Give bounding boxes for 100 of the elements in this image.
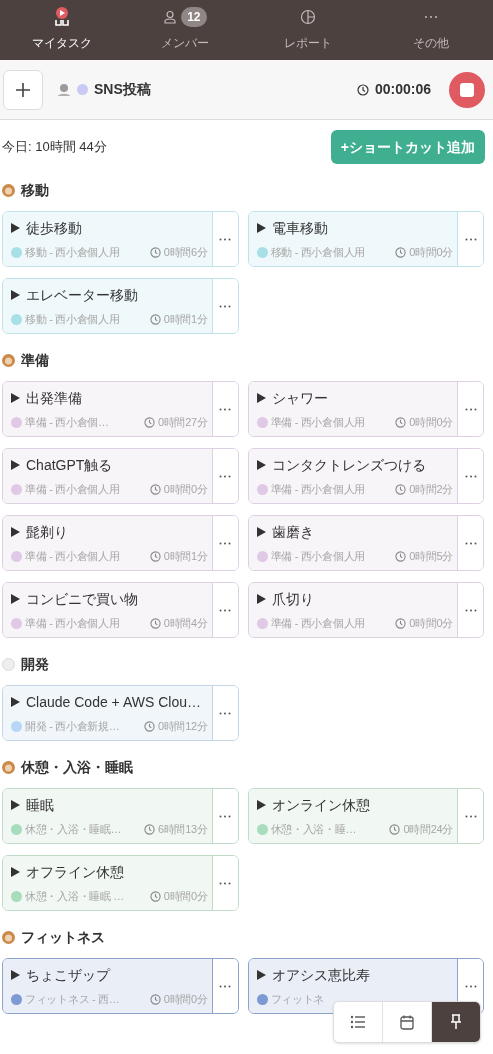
project-name: 休憩・入浴・睡眠 … xyxy=(25,888,125,904)
elapsed-time: 00:00:06 xyxy=(374,80,431,99)
play-icon xyxy=(256,393,266,404)
nav-tab[interactable]: マイタスク xyxy=(0,0,124,60)
task-title: 睡眠 xyxy=(26,795,54,815)
more-icon xyxy=(219,881,231,885)
task-title: 出発準備 xyxy=(26,388,82,408)
avatar-icon xyxy=(2,658,15,671)
calendar-icon xyxy=(400,1014,414,1030)
start-task-button[interactable]: オフライン休憩 休憩・入浴・睡眠 … 0時間0分 xyxy=(3,856,212,910)
list-icon xyxy=(350,1015,366,1029)
more-icon xyxy=(219,304,231,308)
clock-icon xyxy=(356,83,369,96)
tracked-time: 0時間1分 xyxy=(163,311,208,327)
view-option[interactable] xyxy=(431,1002,480,1042)
task-title: シャワー xyxy=(271,388,328,408)
start-task-button[interactable]: 髭剃り 準備 - 西小倉個人用 0時間1分 xyxy=(3,516,212,570)
clock-icon xyxy=(395,483,407,495)
play-icon xyxy=(11,800,20,811)
play-icon xyxy=(11,594,20,605)
play-icon xyxy=(11,223,20,234)
more-icon xyxy=(423,15,440,19)
more-icon xyxy=(464,814,477,818)
start-task-button[interactable]: コンビニで買い物 準備 - 西小倉個人用 0時間4分 xyxy=(3,583,212,637)
start-task-button[interactable]: ChatGPT触る 準備 - 西小倉個人用 0時間0分 xyxy=(3,449,212,503)
more-icon xyxy=(464,237,477,241)
view-option[interactable] xyxy=(334,1002,382,1042)
group-heading: フィットネス xyxy=(21,928,105,947)
tracked-time: 0時間6分 xyxy=(163,244,208,260)
start-task-button[interactable]: 爪切り 準備 - 西小倉個人用 0時間0分 xyxy=(248,583,457,637)
project-name: 移動 - 西小倉個人用 xyxy=(25,244,120,260)
start-task-button[interactable]: 徒歩移動 移動 - 西小倉個人用 0時間6分 xyxy=(3,212,212,266)
nav-tab[interactable]: レポート xyxy=(246,0,370,60)
avatar-icon xyxy=(57,82,71,97)
add-button[interactable] xyxy=(3,69,43,110)
play-icon xyxy=(11,697,20,708)
play-icon xyxy=(11,527,20,538)
tracked-time: 0時間5分 xyxy=(409,548,453,564)
clock-icon xyxy=(149,890,161,902)
start-task-button[interactable]: 電車移動 移動 - 西小倉個人用 0時間0分 xyxy=(248,212,457,266)
tracked-time: 0時間1分 xyxy=(163,548,208,564)
task-title: 電車移動 xyxy=(271,218,328,238)
more-icon xyxy=(219,541,231,545)
start-task-button[interactable]: Claude Code + AWS Clou… 開発 - 西小倉新規… 0時間12分 xyxy=(3,686,212,740)
view-option[interactable] xyxy=(382,1002,431,1042)
start-task-button[interactable]: シャワー 準備 - 西小倉個人用 0時間0分 xyxy=(248,382,457,436)
start-task-button[interactable]: コンタクトレンズつける 準備 - 西小倉個人用 0時間2分 xyxy=(248,449,457,503)
project-name: 準備 - 西小倉個人用 xyxy=(270,481,365,497)
today-total: 今日: 10時間 44分 xyxy=(2,138,107,157)
group-heading: 開発 xyxy=(21,655,49,674)
project-name: 開発 - 西小倉新規… xyxy=(25,718,120,734)
group-heading: 休憩・入浴・睡眠 xyxy=(21,758,133,777)
nav-tab[interactable]: その他 xyxy=(369,0,493,60)
project-name: 準備 - 西小倉個人用 xyxy=(25,548,120,564)
play-icon xyxy=(256,800,266,811)
tracked-time: 0時間0分 xyxy=(409,414,453,430)
stop-icon xyxy=(460,82,474,97)
start-task-button[interactable]: エレベーター移動 移動 - 西小倉個人用 0時間1分 xyxy=(3,279,212,333)
more-icon xyxy=(464,474,477,478)
tracked-time: 6時間13分 xyxy=(157,821,208,837)
task-title: コンタクトレンズつける xyxy=(271,455,426,475)
avatar-icon xyxy=(2,354,15,367)
stop-button[interactable] xyxy=(449,71,485,108)
more-icon xyxy=(219,608,231,612)
start-task-button[interactable]: 睡眠 休憩・入浴・睡眠… 6時間13分 xyxy=(3,789,212,843)
project-name: 準備 - 西小倉個人用 xyxy=(25,481,120,497)
clock-icon xyxy=(395,246,407,258)
more-icon xyxy=(219,814,231,818)
project-name: 準備 - 西小倉個… xyxy=(25,414,109,430)
task-title: 歯磨き xyxy=(271,522,314,542)
start-task-button[interactable]: オンライン休憩 休憩・入浴・睡… 0時間24分 xyxy=(248,789,457,843)
more-icon xyxy=(464,608,477,612)
clock-icon xyxy=(149,483,161,495)
project-name: 移動 - 西小倉個人用 xyxy=(25,311,120,327)
start-task-button[interactable]: ちょこザップ フィットネス - 西… 0時間0分 xyxy=(3,959,212,1013)
task-title: コンビニで買い物 xyxy=(26,589,138,609)
task-title: Claude Code + AWS Clou… xyxy=(26,692,201,712)
clock-icon xyxy=(143,720,155,732)
clock-icon xyxy=(143,823,155,835)
project-name: 移動 - 西小倉個人用 xyxy=(270,244,365,260)
avatar-icon xyxy=(2,184,15,197)
clock-icon xyxy=(149,313,161,325)
task-title: エレベーター移動 xyxy=(26,285,138,305)
more-icon xyxy=(219,711,231,715)
logo-icon xyxy=(52,6,71,28)
play-icon xyxy=(11,290,20,301)
play-icon xyxy=(11,460,20,471)
plus-icon xyxy=(15,81,31,98)
project-name: 準備 - 西小倉個人用 xyxy=(270,414,365,430)
start-task-button[interactable]: 歯磨き 準備 - 西小倉個人用 0時間5分 xyxy=(248,516,457,570)
more-icon xyxy=(219,984,231,988)
avatar-icon xyxy=(2,761,15,774)
group-heading: 移動 xyxy=(21,181,49,200)
tracked-time: 0時間24分 xyxy=(403,821,453,837)
task-title: オアシス恵比寿 xyxy=(271,965,370,985)
start-task-button[interactable]: 出発準備 準備 - 西小倉個… 0時間27分 xyxy=(3,382,212,436)
play-icon xyxy=(256,594,266,605)
more-icon xyxy=(464,541,477,545)
nav-tab[interactable]: 12 メンバー xyxy=(123,0,247,60)
play-icon xyxy=(256,460,266,471)
